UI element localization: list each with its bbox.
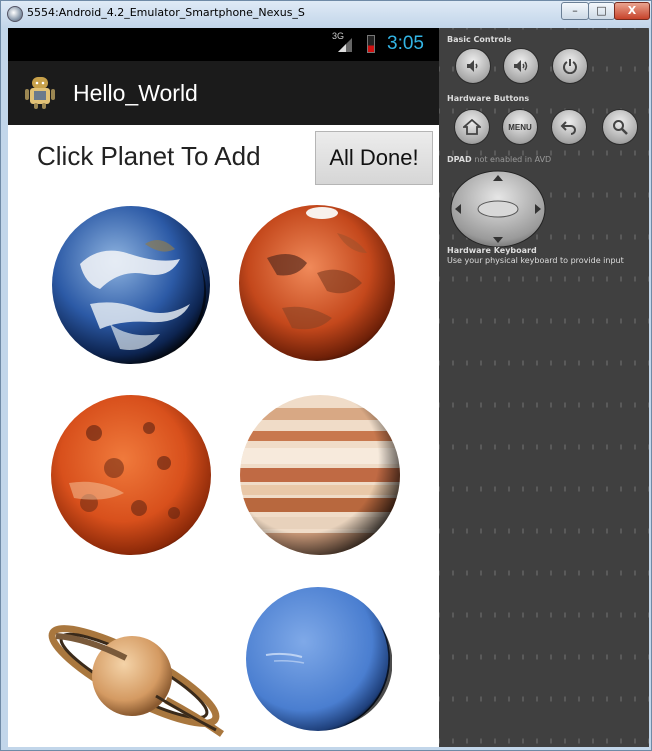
- window-title: 5554:Android_4.2_Emulator_Smartphone_Nex…: [27, 6, 305, 19]
- back-icon[interactable]: [551, 109, 587, 145]
- minimize-button[interactable]: –: [561, 2, 589, 20]
- volume-up-icon[interactable]: [503, 48, 539, 84]
- android-app-icon: [25, 77, 55, 109]
- maximize-button[interactable]: □: [588, 2, 615, 20]
- emulator-window: 5554:Android_4.2_Emulator_Smartphone_Nex…: [0, 0, 652, 751]
- emulator-app-icon: [7, 6, 23, 22]
- power-icon[interactable]: [552, 48, 588, 84]
- status-bar: 3G 3:05: [8, 28, 439, 61]
- dpad-control: [450, 170, 546, 248]
- close-button[interactable]: X: [614, 2, 650, 20]
- action-bar: Hello_World: [8, 61, 439, 125]
- hardware-keyboard-title: Hardware Keyboard: [447, 246, 537, 255]
- page-title: Click Planet To Add: [37, 141, 261, 171]
- phone-screen: 3G 3:05 Hello_World Click Planet To Add: [8, 28, 439, 747]
- status-time: 3:05: [387, 33, 424, 54]
- app-title: Hello_World: [73, 80, 198, 106]
- dpad-title: DPAD not enabled in AVD: [447, 155, 552, 164]
- emulator-controls-panel: Basic Controls Hardware Buttons MENU DPA…: [439, 28, 649, 747]
- hardware-buttons-title: Hardware Buttons: [447, 94, 530, 103]
- mars-icon[interactable]: [237, 203, 397, 363]
- window-titlebar[interactable]: 5554:Android_4.2_Emulator_Smartphone_Nex…: [1, 1, 651, 27]
- battery-icon: [367, 35, 375, 53]
- home-icon[interactable]: [454, 109, 490, 145]
- signal-icon: [338, 38, 352, 52]
- basic-controls-title: Basic Controls: [447, 35, 512, 44]
- menu-button[interactable]: MENU: [502, 109, 538, 145]
- earth-icon[interactable]: [50, 204, 212, 366]
- neptune-icon[interactable]: [244, 585, 392, 733]
- search-icon[interactable]: [602, 109, 638, 145]
- volume-down-icon[interactable]: [455, 48, 491, 84]
- jupiter-icon[interactable]: [238, 393, 402, 557]
- red-planet-icon[interactable]: [49, 393, 213, 557]
- hardware-keyboard-note: Use your physical keyboard to provide in…: [447, 256, 624, 265]
- saturn-icon[interactable]: [46, 618, 226, 742]
- menu-label: MENU: [508, 122, 532, 132]
- all-done-button[interactable]: All Done!: [315, 131, 433, 185]
